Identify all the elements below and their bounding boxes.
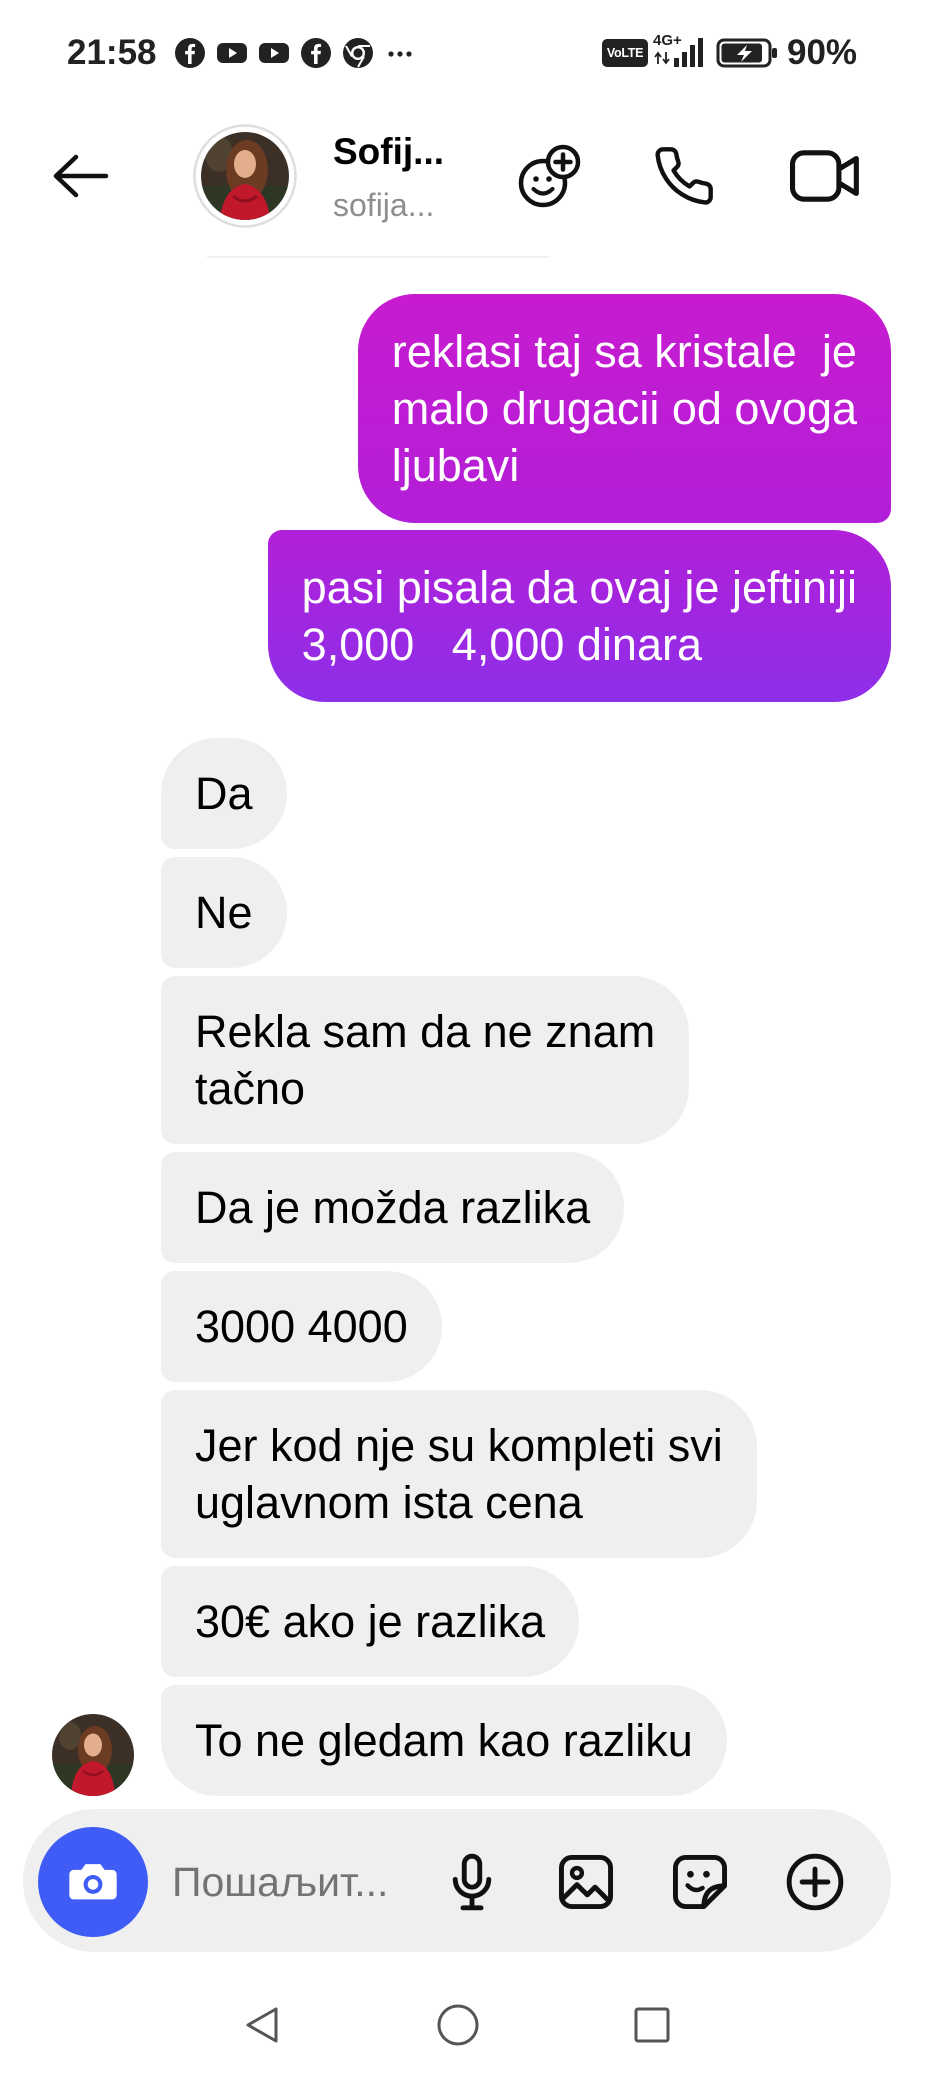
back-arrow-icon xyxy=(53,154,109,198)
facebook-icon xyxy=(301,38,331,68)
message-row: reklasi taj sa kristale je malo drugacii… xyxy=(0,294,940,523)
message-row: Rekla sam da ne znam tačno xyxy=(0,976,940,1144)
sticker-icon xyxy=(673,1855,727,1909)
nav-back-button[interactable] xyxy=(242,2005,282,2045)
sticker-button[interactable] xyxy=(669,1851,731,1913)
notification-icons xyxy=(174,37,416,69)
message-row: Jer kod nje su kompleti svi uglavnom ist… xyxy=(0,1390,940,1558)
video-call-button[interactable] xyxy=(789,147,861,205)
effects-icon xyxy=(518,144,581,208)
youtube-icon xyxy=(217,43,247,63)
message-row: Ne xyxy=(0,857,940,968)
received-message-bubble[interactable]: 30€ ako je razlika xyxy=(161,1566,580,1677)
contact-username: sofija... xyxy=(333,187,435,223)
nav-recents-button[interactable] xyxy=(632,2005,672,2045)
more-options-button[interactable] xyxy=(783,1851,847,1913)
nav-recents-icon xyxy=(634,2007,670,2043)
message-row: Da je možda razlika xyxy=(0,1152,940,1263)
nav-home-button[interactable] xyxy=(436,2003,480,2047)
voice-message-button[interactable] xyxy=(441,1851,503,1913)
plus-icon xyxy=(786,1853,844,1911)
chrome-icon xyxy=(343,38,373,68)
received-message-bubble[interactable]: Da xyxy=(161,738,287,849)
contact-avatar xyxy=(193,124,297,228)
message-row: pasi pisala da ovaj je jeftiniji 3,000 4… xyxy=(0,523,940,702)
received-message-bubble[interactable]: Jer kod nje su kompleti svi uglavnom ist… xyxy=(161,1390,757,1558)
message-row: 30€ ako je razlika xyxy=(0,1566,940,1677)
phone-icon xyxy=(655,147,713,205)
sender-avatar[interactable] xyxy=(52,1714,134,1796)
received-message-bubble[interactable]: 3000 4000 xyxy=(161,1271,442,1382)
received-message-bubble[interactable]: Da je možda razlika xyxy=(161,1152,625,1263)
status-time: 21:58 xyxy=(67,33,157,72)
volte-badge: VoLTE xyxy=(602,39,648,67)
more-notifications-icon xyxy=(388,51,412,57)
message-thread: reklasi taj sa kristale je malo drugacii… xyxy=(0,294,940,1796)
contact-name: Sofij... xyxy=(333,131,444,172)
mic-icon xyxy=(452,1853,492,1911)
message-row: Da xyxy=(0,738,940,849)
scrolled-message-edge xyxy=(207,256,549,258)
message-row: To ne gledam kao razliku xyxy=(0,1685,940,1796)
sent-message-bubble[interactable]: pasi pisala da ovaj je jeftiniji 3,000 4… xyxy=(267,530,891,702)
gallery-icon xyxy=(559,1855,613,1909)
battery-percent: 90% xyxy=(787,33,858,72)
signal-strength-icon xyxy=(674,38,703,67)
received-message-bubble[interactable]: Rekla sam da ne znam tačno xyxy=(161,976,690,1144)
nav-back-icon xyxy=(246,2007,278,2043)
battery-charging-icon xyxy=(716,38,777,68)
video-icon xyxy=(789,150,859,202)
status-bar: 21:58 VoLTE 4G+ 90% xyxy=(0,30,940,76)
received-message-bubble[interactable]: Ne xyxy=(161,857,287,968)
youtube-icon xyxy=(259,43,289,63)
data-activity-icon xyxy=(654,51,670,65)
received-message-bubble[interactable]: To ne gledam kao razliku xyxy=(161,1685,727,1796)
audio-call-button[interactable] xyxy=(652,144,716,208)
effects-button[interactable] xyxy=(514,141,584,211)
sent-message-bubble[interactable]: reklasi taj sa kristale je malo drugacii… xyxy=(357,294,891,523)
camera-button[interactable] xyxy=(38,1827,148,1937)
gallery-button[interactable] xyxy=(555,1851,617,1913)
camera-icon xyxy=(69,1864,117,1900)
facebook-icon xyxy=(175,38,205,68)
message-input[interactable] xyxy=(172,1852,422,1912)
back-button[interactable] xyxy=(48,154,112,198)
message-row: 3000 4000 xyxy=(0,1271,940,1382)
nav-home-icon xyxy=(437,2004,479,2046)
